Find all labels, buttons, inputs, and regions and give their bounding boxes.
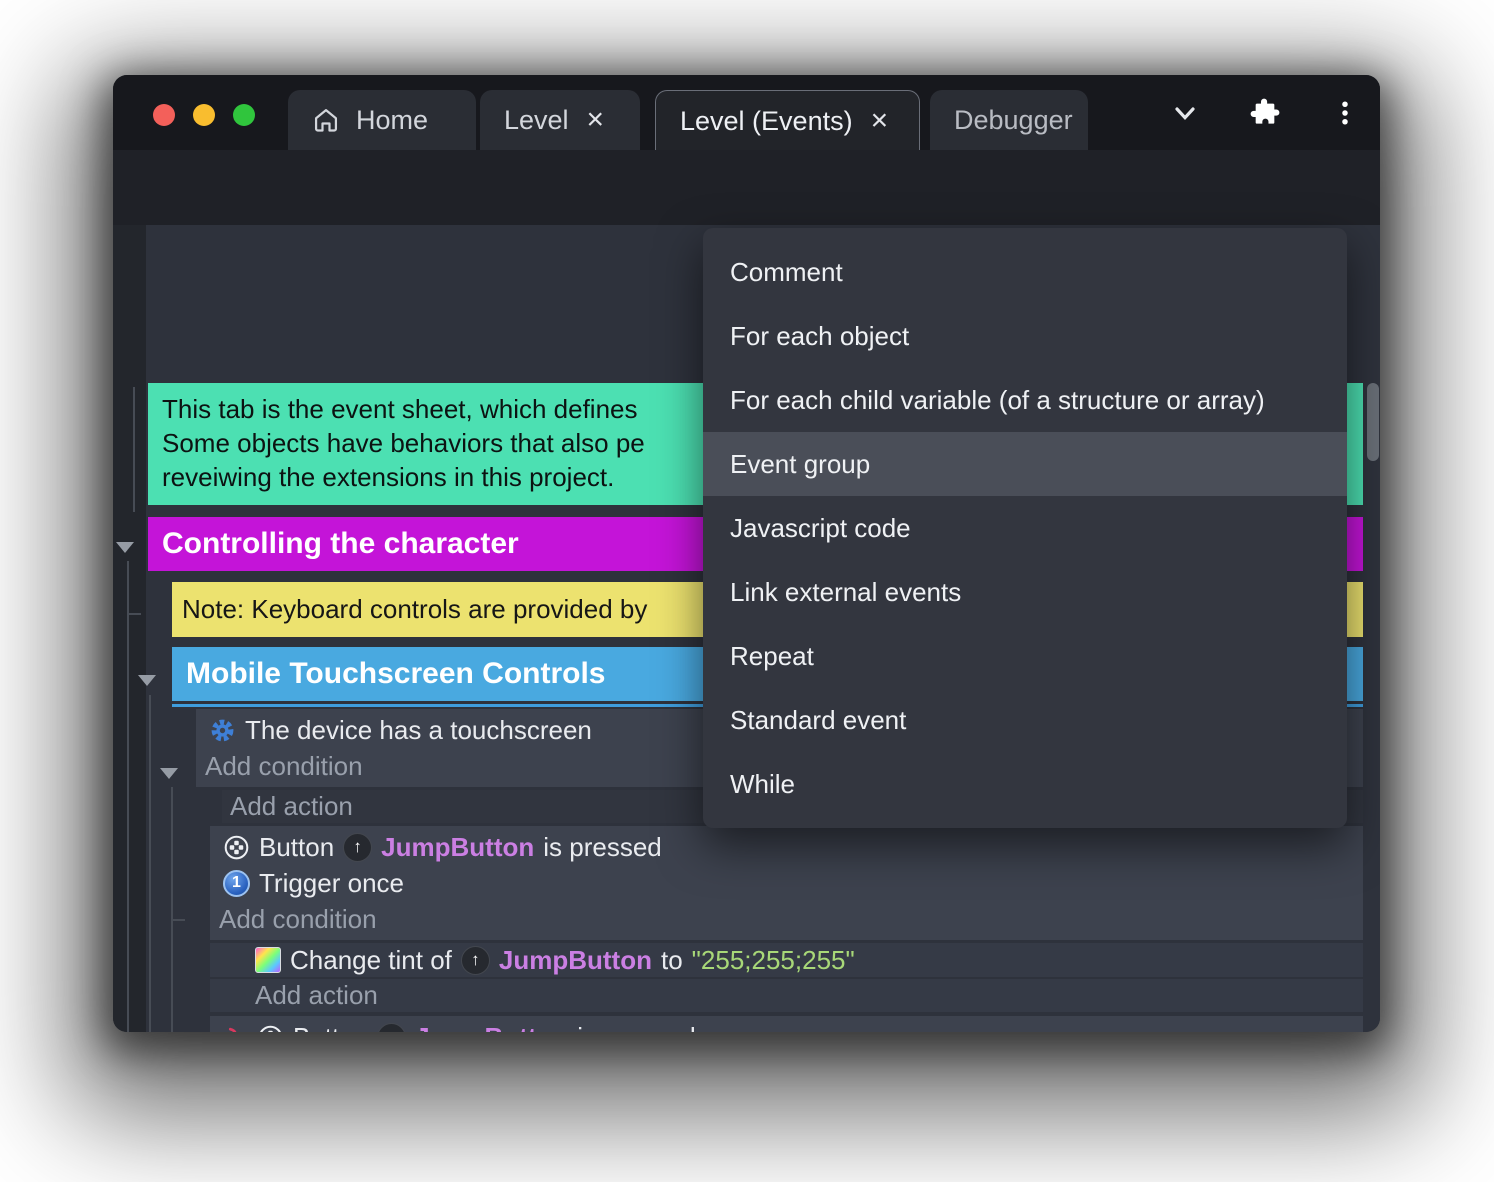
object-up-arrow-icon: ↑ — [377, 1022, 407, 1032]
gamepad-button-icon — [224, 835, 249, 859]
object-up-arrow-icon: ↑ — [460, 945, 490, 975]
condition-row[interactable]: 1 Trigger once — [210, 865, 1363, 901]
trigger-once-icon: 1 — [223, 869, 250, 897]
tab-level-label: Level — [504, 104, 569, 135]
action-text: Change tint of — [290, 944, 452, 975]
window-controls — [153, 104, 255, 126]
condition-text: The device has a touchscreen — [245, 714, 592, 745]
tab-level-events-label: Level (Events) — [680, 105, 853, 136]
comment-text: Note: Keyboard controls are provided by — [182, 594, 648, 624]
event-block[interactable]: Button ↑ JumpButton is pressed 1 Trigger… — [210, 826, 1363, 940]
vertical-scrollbar[interactable] — [1367, 383, 1379, 461]
chevron-down-icon — [1175, 106, 1195, 120]
indent-guide — [133, 387, 135, 512]
event-block[interactable]: Button ↑ JumpButton is pressed 1 Trigger… — [210, 1016, 1363, 1032]
tab-debugger[interactable]: Debugger — [930, 90, 1088, 150]
tab-level[interactable]: Level × — [480, 90, 640, 150]
collapse-group-mobile[interactable] — [138, 675, 156, 686]
addons-button[interactable] — [1237, 75, 1293, 150]
object-name: JumpButton — [381, 831, 535, 862]
tab-list-dropdown[interactable] — [1157, 75, 1213, 150]
menu-item-for-each-object[interactable]: For each object — [703, 304, 1347, 368]
indent-guide — [127, 613, 141, 615]
object-name: JumpButton — [415, 1022, 568, 1033]
event-sheet-gutter — [113, 225, 146, 1032]
add-event-context-menu: Comment For each object For each child v… — [703, 228, 1347, 828]
menu-item-comment[interactable]: Comment — [703, 240, 1347, 304]
menu-item-event-group[interactable]: Event group — [703, 432, 1347, 496]
add-action-link[interactable]: Add action — [210, 979, 1363, 1012]
tab-home-label: Home — [356, 104, 429, 135]
collapse-event[interactable] — [160, 768, 178, 779]
action-parameter: "255;255;255" — [691, 944, 855, 975]
action-row[interactable]: Change tint of ↑ JumpButton to "255;255;… — [210, 943, 1363, 977]
indent-guide — [171, 787, 173, 1032]
condition-text: is pressed — [543, 831, 662, 862]
menu-item-standard-event[interactable]: Standard event — [703, 688, 1347, 752]
indent-guide — [149, 695, 151, 1032]
indent-guide — [127, 561, 129, 1032]
collapse-group-controlling[interactable] — [116, 542, 134, 553]
action-text: to — [660, 944, 683, 975]
condition-text: is pressed — [577, 1022, 696, 1033]
tab-debugger-label: Debugger — [954, 104, 1073, 135]
kebab-menu-icon — [1342, 101, 1348, 124]
condition-text: Button — [293, 1022, 368, 1033]
main-menu-button[interactable] — [1317, 75, 1373, 150]
add-condition-link[interactable]: Add condition — [210, 901, 1363, 937]
tab-home[interactable]: Home — [288, 90, 476, 150]
tab-bar: Home Level × Level (Events) × Debugger — [113, 75, 1380, 151]
puzzle-icon — [1250, 98, 1280, 124]
toolbar — [113, 150, 1380, 291]
invert-icon — [228, 1027, 237, 1032]
app-window: Home Level × Level (Events) × Debugger T… — [113, 75, 1380, 1032]
object-up-arrow-icon: ↑ — [343, 832, 373, 862]
menu-item-for-each-child-variable[interactable]: For each child variable (of a structure … — [703, 368, 1347, 432]
condition-text: Trigger once — [259, 867, 404, 898]
close-icon[interactable]: × — [585, 105, 607, 135]
system-gear-icon — [211, 719, 234, 741]
gamepad-button-icon — [259, 1025, 282, 1032]
zoom-window-button[interactable] — [233, 104, 255, 126]
minimize-window-button[interactable] — [193, 104, 215, 126]
group-title: Controlling the character — [162, 527, 519, 560]
tab-level-events[interactable]: Level (Events) × — [655, 90, 920, 151]
object-name: JumpButton — [498, 944, 652, 975]
menu-item-link-external-events[interactable]: Link external events — [703, 560, 1347, 624]
menu-item-while[interactable]: While — [703, 752, 1347, 816]
condition-text: Button — [259, 831, 335, 862]
menu-item-javascript-code[interactable]: Javascript code — [703, 496, 1347, 560]
indent-guide — [171, 919, 185, 921]
group-title: Mobile Touchscreen Controls — [186, 657, 606, 690]
tint-swatch-icon — [255, 947, 281, 973]
close-icon[interactable]: × — [869, 106, 891, 136]
close-window-button[interactable] — [153, 104, 175, 126]
condition-row[interactable]: Button ↑ JumpButton is pressed — [210, 829, 1363, 865]
home-icon — [312, 106, 340, 134]
condition-row[interactable]: Button ↑ JumpButton is pressed — [210, 1019, 1363, 1032]
menu-item-repeat[interactable]: Repeat — [703, 624, 1347, 688]
